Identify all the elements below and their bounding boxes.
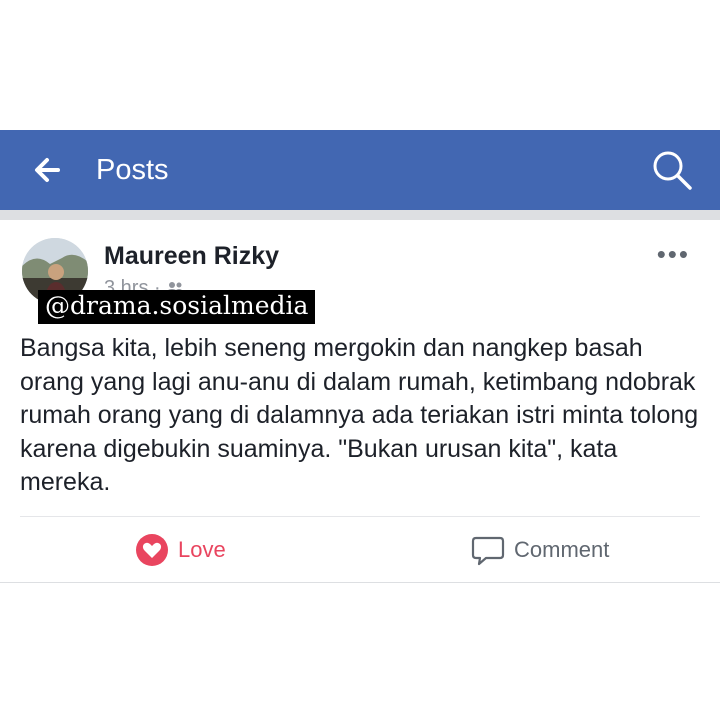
comment-bubble-icon bbox=[471, 536, 505, 566]
love-button[interactable]: Love bbox=[130, 530, 250, 570]
comment-button[interactable]: Comment bbox=[466, 530, 626, 570]
header-divider bbox=[0, 210, 720, 220]
arrow-left-icon bbox=[35, 158, 60, 182]
more-options-button[interactable]: ••• bbox=[657, 241, 690, 267]
love-label: Love bbox=[178, 537, 226, 562]
comment-label: Comment bbox=[514, 537, 610, 562]
actions-divider bbox=[20, 516, 700, 517]
app-header: Posts bbox=[0, 130, 720, 210]
back-button[interactable] bbox=[28, 152, 68, 188]
watermark-overlay: @drama.sosialmedia bbox=[38, 290, 316, 324]
search-icon bbox=[653, 151, 692, 190]
search-button[interactable] bbox=[650, 148, 694, 192]
page-title: Posts bbox=[96, 154, 169, 186]
heart-icon bbox=[136, 534, 168, 566]
post-card: Maureen Rizky 3 hrs · @drama.sosialmedia… bbox=[0, 220, 720, 583]
post-text: Bangsa kita, lebih seneng mergokin dan n… bbox=[20, 334, 699, 496]
author-name[interactable]: Maureen Rizky bbox=[104, 240, 279, 272]
